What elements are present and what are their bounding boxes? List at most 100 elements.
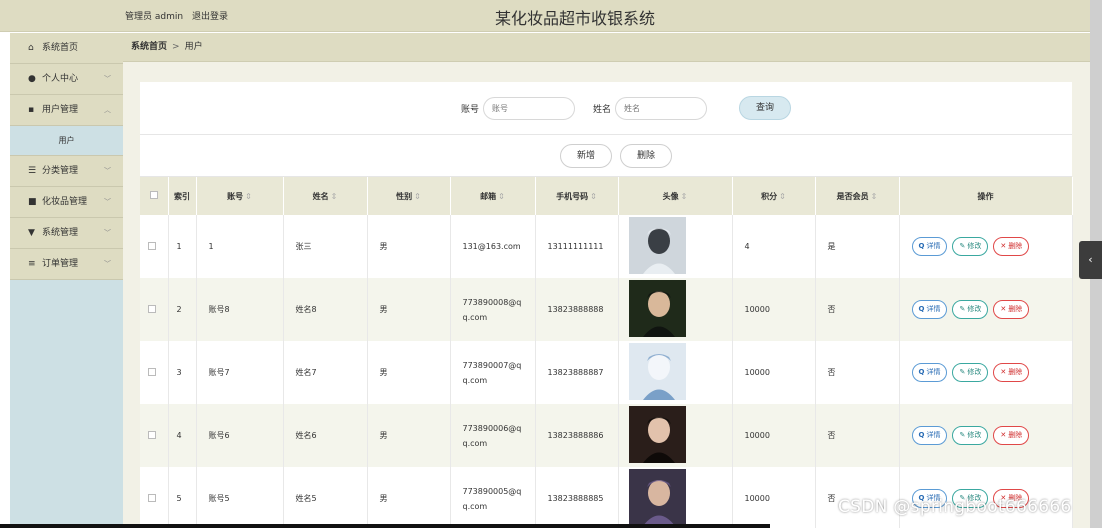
sort-icon[interactable]: ⇕ <box>681 192 688 201</box>
delete-button[interactable]: ✕ 删除 <box>993 363 1030 382</box>
cell-email: 773890006@qq.com <box>450 404 536 467</box>
edit-button[interactable]: ✎ 修改 <box>952 363 989 382</box>
cell-email: 773890008@qq.com <box>450 278 536 341</box>
sidebar-item-orders[interactable]: ≡ 订单管理 ﹀ <box>10 249 123 280</box>
chevron-down-icon: ﹀ <box>104 229 111 237</box>
sort-icon[interactable]: ⇕ <box>245 192 252 201</box>
cell-member: 是 <box>815 215 900 278</box>
sidebar-item-label: 系统首页 <box>42 43 79 53</box>
row-checkbox[interactable] <box>148 241 156 250</box>
cell-index: 5 <box>168 467 197 528</box>
cell-email: 773890007@qq.com <box>450 341 536 404</box>
row-select-cell[interactable] <box>140 215 169 278</box>
sort-icon[interactable]: ⇕ <box>590 192 597 201</box>
sort-icon[interactable]: ⇕ <box>414 192 421 201</box>
detail-button[interactable]: Q 详情 <box>911 426 948 445</box>
sort-icon[interactable]: ⇕ <box>331 192 338 201</box>
pencil-icon: ✎ <box>959 305 966 313</box>
chevron-down-icon: ﹀ <box>104 75 111 83</box>
select-all-checkbox[interactable] <box>149 191 158 199</box>
sort-icon[interactable]: ⇕ <box>498 192 505 201</box>
collapse-panel-button[interactable]: ‹ <box>1079 241 1102 279</box>
row-checkbox[interactable] <box>148 367 156 376</box>
sidebar-item-label: 用户管理 <box>42 105 79 115</box>
sidebar-item-home[interactable]: ⌂ 系统首页 <box>10 33 123 64</box>
sidebar-item-category[interactable]: ☰ 分类管理 ﹀ <box>10 156 123 187</box>
search-icon: Q <box>918 431 925 439</box>
cell-gender: 男 <box>367 278 451 341</box>
edit-button[interactable]: ✎ 修改 <box>952 300 989 319</box>
avatar <box>628 343 686 400</box>
column-header-points[interactable]: 积分 ⇕ <box>732 177 816 215</box>
cell-avatar <box>618 278 733 341</box>
cell-avatar <box>618 404 733 467</box>
sidebar-item-profile[interactable]: ● 个人中心 ﹀ <box>10 64 123 95</box>
column-header-actions: 操作 <box>899 177 1073 215</box>
chevron-left-icon: ‹ <box>1088 253 1093 266</box>
row-checkbox[interactable] <box>148 430 156 439</box>
column-header-avatar[interactable]: 头像 ⇕ <box>618 177 733 215</box>
table-row: 4 账号6 姓名6 男 773890006@qq.com 13823888886 10000… <box>140 404 1073 467</box>
add-button[interactable]: 新增 <box>559 143 612 168</box>
cell-gender: 男 <box>367 404 451 467</box>
cell-phone: 13111111111 <box>535 215 619 278</box>
top-header: 管理员 admin 退出登录 某化妆品超市收银系统 <box>0 0 1090 32</box>
avatar <box>628 280 686 337</box>
sliders-icon: ☰ <box>28 166 37 176</box>
detail-button[interactable]: Q 详情 <box>911 363 948 382</box>
account-label: 账号 <box>460 104 479 115</box>
close-icon: ✕ <box>1000 305 1007 313</box>
sidebar-item-label: 订单管理 <box>42 259 79 269</box>
table-header-row: 索引 账号 ⇕ 姓名 ⇕ 性别 ⇕ 邮箱 ⇕ 手机号码 ⇕ 头像 ⇕ 积分 ⇕ 是否会员 ⇕ 操… <box>140 177 1073 215</box>
row-select-cell[interactable] <box>140 404 169 467</box>
cell-name: 姓名7 <box>283 341 368 404</box>
column-header-phone[interactable]: 手机号码 ⇕ <box>535 177 619 215</box>
select-all-header[interactable] <box>140 177 169 215</box>
search-bar: 账号 姓名 查询 <box>140 82 1072 135</box>
name-label: 姓名 <box>592 104 611 115</box>
sidebar-item-label: 系统管理 <box>42 228 79 238</box>
row-checkbox[interactable] <box>148 493 156 502</box>
table-row: 3 账号7 姓名7 男 773890007@qq.com 13823888887 10000… <box>140 341 1073 404</box>
breadcrumb-home[interactable]: 系统首页 <box>131 42 167 52</box>
row-select-cell[interactable] <box>140 341 169 404</box>
sort-icon[interactable]: ⇕ <box>779 192 786 201</box>
chevron-up-icon: ︿ <box>104 106 111 114</box>
column-header-gender[interactable]: 性别 ⇕ <box>367 177 451 215</box>
cell-account: 1 <box>196 215 284 278</box>
delete-button[interactable]: ✕ 删除 <box>993 300 1030 319</box>
main-content: 账号 姓名 查询 新增 删除 索引 账号⇕ 姓名⇕ 性别⇕ 邮箱⇕ <box>123 62 1090 528</box>
sidebar-subitem-users[interactable]: 用户 <box>10 126 123 156</box>
edit-button[interactable]: ✎ 修改 <box>952 237 989 256</box>
account-search-input[interactable] <box>482 96 575 120</box>
cell-points: 10000 <box>732 467 816 528</box>
name-search-input[interactable] <box>615 96 707 120</box>
query-button[interactable]: 查询 <box>739 96 792 120</box>
row-checkbox[interactable] <box>148 304 156 313</box>
user-icon: ● <box>28 74 36 84</box>
detail-button[interactable]: Q 详情 <box>911 237 948 256</box>
cell-email: 773890005@qq.com <box>450 467 536 528</box>
row-select-cell[interactable] <box>140 467 169 528</box>
cell-phone: 13823888887 <box>535 341 619 404</box>
column-header-account[interactable]: 账号 ⇕ <box>196 177 284 215</box>
close-icon: ✕ <box>1000 368 1007 376</box>
delete-button[interactable]: ✕ 删除 <box>993 237 1030 256</box>
cell-phone: 13823888888 <box>535 278 619 341</box>
delete-button[interactable]: ✕ 删除 <box>993 426 1030 445</box>
column-header-email[interactable]: 邮箱 ⇕ <box>450 177 536 215</box>
cell-gender: 男 <box>367 215 451 278</box>
sidebar-item-cosmetics[interactable]: ■ 化妆品管理 ﹀ <box>10 187 123 218</box>
edit-button[interactable]: ✎ 修改 <box>952 426 989 445</box>
batch-delete-button[interactable]: 删除 <box>620 143 673 168</box>
column-header-member[interactable]: 是否会员 ⇕ <box>815 177 900 215</box>
row-select-cell[interactable] <box>140 278 169 341</box>
detail-button[interactable]: Q 详情 <box>911 300 948 319</box>
sidebar-item-user-management[interactable]: ▪ 用户管理 ︿ <box>10 95 123 126</box>
sort-icon[interactable]: ⇕ <box>871 192 878 201</box>
breadcrumb: 系统首页 > 用户 <box>123 33 1090 62</box>
cell-member: 否 <box>815 278 900 341</box>
column-header-name[interactable]: 姓名 ⇕ <box>283 177 368 215</box>
cell-name: 姓名8 <box>283 278 368 341</box>
sidebar-item-system[interactable]: ▼ 系统管理 ﹀ <box>10 218 123 249</box>
